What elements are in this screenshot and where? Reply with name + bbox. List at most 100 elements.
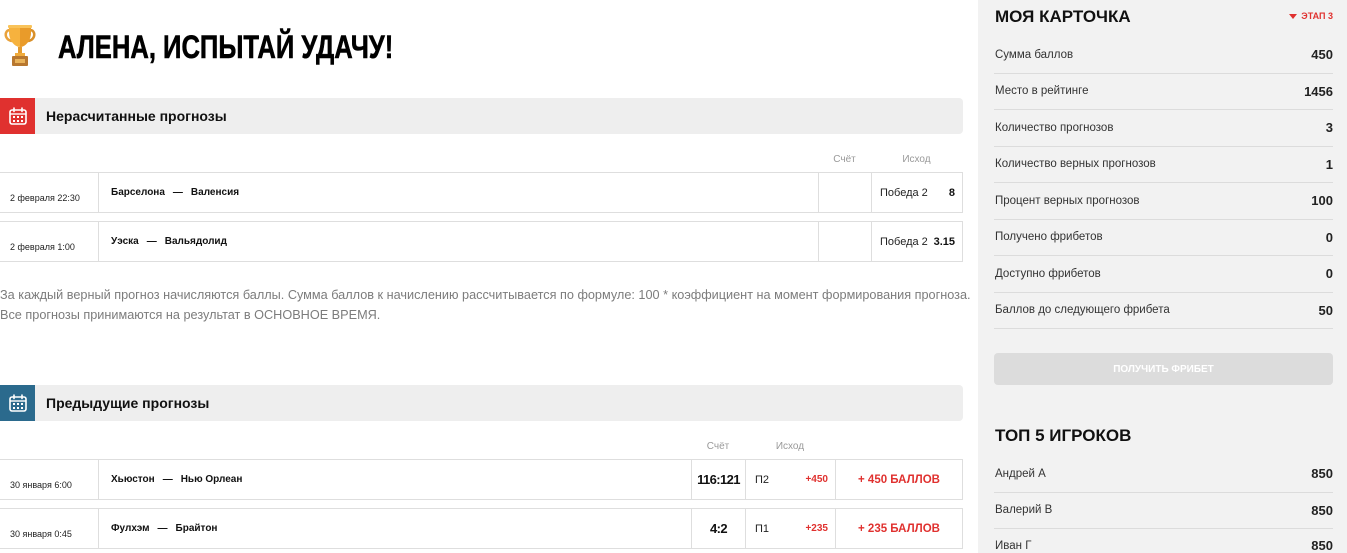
- caret-down-icon: [1289, 13, 1298, 19]
- stat-row: Процент верных прогнозов 100: [994, 183, 1333, 220]
- calendar-icon: [0, 385, 35, 421]
- player-score: 850: [1311, 502, 1333, 518]
- player-name: Андрей А: [995, 467, 1046, 480]
- table-row: 2 февраля 22:30 Барселона — Валенсия Поб…: [0, 172, 963, 213]
- table-row: 30 января 0:45 Фулхэм — Брайтон 4:2 П1 +…: [0, 508, 963, 549]
- team-separator: —: [157, 523, 168, 534]
- column-header-outcome: Исход: [902, 154, 931, 165]
- outcome-label: Победа 2: [880, 235, 928, 248]
- stage-selector[interactable]: ЭТАП 3: [1289, 11, 1333, 21]
- home-team: Хьюстон: [111, 474, 155, 485]
- team-separator: —: [162, 474, 173, 485]
- stat-label: Сумма баллов: [995, 48, 1074, 61]
- match-score: [818, 173, 871, 212]
- stat-value: 1456: [1304, 83, 1333, 99]
- sidebar: МОЯ КАРТОЧКА ЭТАП 3 Сумма баллов 450 Мест…: [978, 0, 1347, 553]
- match-teams: Уэска — Вальядолид: [98, 222, 818, 261]
- stat-row: Доступно фрибетов 0: [994, 256, 1333, 293]
- rules-line-2: Все прогнозы принимаются на результат в …: [0, 308, 381, 322]
- away-team: Валенсия: [190, 187, 240, 198]
- rules-line-1: За каждый верный прогноз начисляются бал…: [0, 288, 971, 302]
- pending-section-header: Нерасчитанные прогнозы: [0, 98, 963, 134]
- stage-label: ЭТАП 3: [1301, 11, 1333, 21]
- stat-row: Количество верных прогнозов 1: [994, 147, 1333, 183]
- stat-label: Баллов до следующего фрибета: [995, 304, 1170, 317]
- page-title: АЛЕНА, ИСПЫТАЙ УДАЧУ!: [58, 29, 394, 65]
- stat-label: Процент верных прогнозов: [995, 194, 1140, 207]
- stat-label: Количество верных прогнозов: [995, 158, 1156, 171]
- pending-section-title: Нерасчитанные прогнозы: [35, 98, 963, 134]
- stat-row: Получено фрибетов 0: [994, 220, 1333, 256]
- outcome-cell: П1 +235: [745, 509, 835, 548]
- column-header-score: Счёт: [833, 154, 856, 165]
- get-freebet-button[interactable]: ПОЛУЧИТЬ ФРИБЕТ: [994, 353, 1333, 385]
- points-delta: +235: [805, 523, 828, 534]
- stat-value: 1: [1325, 156, 1333, 172]
- match-score: 4:2: [691, 509, 745, 548]
- outcome-label: П2: [755, 473, 770, 486]
- calendar-icon: [0, 98, 35, 134]
- stat-row: Количество прогнозов 3: [994, 110, 1333, 147]
- player-name: Иван Г: [995, 540, 1032, 552]
- match-score: [818, 222, 871, 261]
- stat-value: 0: [1325, 266, 1333, 282]
- points-awarded: + 235 БАЛЛОВ: [835, 509, 962, 548]
- stat-value: 50: [1318, 302, 1333, 318]
- match-score: 116:121: [691, 460, 745, 499]
- away-team: Нью Орлеан: [180, 474, 243, 485]
- match-teams: Барселона — Валенсия: [98, 173, 818, 212]
- previous-section-title: Предыдущие прогнозы: [35, 385, 963, 421]
- top-players-title: ТОП 5 ИГРОКОВ: [995, 426, 1132, 445]
- table-row: 2 февраля 1:00 Уэска — Вальядолид Победа…: [0, 221, 963, 262]
- rules-text: За каждый верный прогноз начисляются бал…: [0, 285, 971, 325]
- outcome-label: Победа 2: [880, 186, 928, 199]
- points-awarded: + 450 БАЛЛОВ: [835, 460, 962, 499]
- list-item: Иван Г 850: [994, 529, 1333, 553]
- table-row: 30 января 6:00 Хьюстон — Нью Орлеан 116:…: [0, 459, 963, 500]
- stat-label: Получено фрибетов: [995, 231, 1103, 244]
- stat-value: 3: [1325, 120, 1333, 136]
- predictions-main: АЛЕНА, ИСПЫТАЙ УДАЧУ! Нерасчитанные прог…: [0, 0, 971, 553]
- player-name: Валерий В: [995, 504, 1053, 517]
- outcome-cell: Победа 2 3.15: [871, 222, 962, 261]
- stat-label: Количество прогнозов: [995, 121, 1114, 134]
- outcome-cell: П2 +450: [745, 460, 835, 499]
- home-team: Барселона: [111, 187, 165, 198]
- list-item: Андрей А 850: [994, 456, 1333, 493]
- column-header-score: Счёт: [706, 441, 730, 452]
- team-separator: —: [146, 236, 157, 247]
- away-team: Вальядолид: [164, 236, 227, 247]
- stat-value: 0: [1325, 229, 1333, 245]
- my-card-title: МОЯ КАРТОЧКА: [995, 7, 1131, 26]
- away-team: Брайтон: [175, 523, 218, 534]
- home-team: Уэска: [111, 236, 139, 247]
- outcome-label: П1: [755, 522, 770, 535]
- stat-value: 100: [1311, 193, 1333, 209]
- player-score: 850: [1311, 538, 1333, 553]
- outcome-coef: 8: [948, 186, 955, 199]
- match-date: 2 февраля 22:30: [10, 193, 80, 203]
- match-teams: Хьюстон — Нью Орлеан: [98, 460, 691, 499]
- home-team: Фулхэм: [111, 523, 150, 534]
- card-stats: Сумма баллов 450 Место в рейтинге 1456 Кол…: [994, 37, 1333, 329]
- team-separator: —: [172, 187, 183, 198]
- match-date: 30 января 0:45: [10, 529, 72, 539]
- match-teams: Фулхэм — Брайтон: [98, 509, 691, 548]
- match-date: 30 января 6:00: [10, 480, 72, 490]
- previous-section-header: Предыдущие прогнозы: [0, 385, 963, 421]
- stat-row: Сумма баллов 450: [994, 37, 1333, 74]
- player-score: 850: [1311, 466, 1333, 482]
- stat-label: Место в рейтинге: [995, 85, 1089, 98]
- outcome-coef: 3.15: [933, 235, 955, 248]
- outcome-cell: Победа 2 8: [871, 173, 962, 212]
- stat-row: Место в рейтинге 1456: [994, 74, 1333, 110]
- column-header-outcome: Исход: [775, 441, 805, 452]
- top-players-list: Андрей А 850 Валерий В 850 Иван Г 850: [994, 456, 1333, 553]
- points-delta: +450: [805, 474, 828, 485]
- trophy-icon: [4, 24, 36, 67]
- stat-row: Баллов до следующего фрибета 50: [994, 293, 1333, 329]
- stat-value: 450: [1311, 47, 1333, 63]
- stat-label: Доступно фрибетов: [995, 267, 1101, 280]
- list-item: Валерий В 850: [994, 493, 1333, 529]
- match-date: 2 февраля 1:00: [10, 242, 75, 252]
